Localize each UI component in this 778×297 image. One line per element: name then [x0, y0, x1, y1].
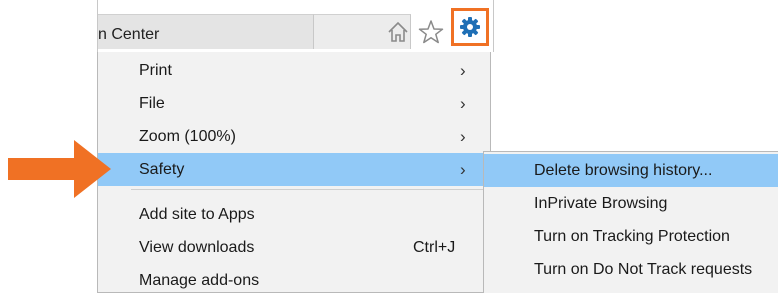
home-icon[interactable]: [386, 20, 410, 44]
menu-item-label: File: [139, 95, 165, 112]
menu-item-label: View downloads: [139, 239, 255, 256]
chevron-right-icon: ›: [460, 61, 466, 80]
submenu-item-inprivate-browsing[interactable]: InPrivate Browsing: [484, 187, 778, 220]
submenu-item-label: InPrivate Browsing: [534, 195, 668, 212]
submenu-item-tracking-protection[interactable]: Turn on Tracking Protection: [484, 220, 778, 253]
menu-item-label: Safety: [139, 161, 185, 178]
menu-item-file[interactable]: File ›: [98, 87, 488, 120]
menu-item-zoom[interactable]: Zoom (100%) ›: [98, 120, 488, 153]
menu-item-label: Manage add-ons: [139, 272, 260, 289]
menu-item-print[interactable]: Print ›: [98, 54, 488, 87]
menu-item-manage-add-ons[interactable]: Manage add-ons: [98, 264, 488, 297]
gear-icon: [460, 17, 480, 37]
menu-item-safety[interactable]: Safety ›: [98, 153, 488, 186]
menu-item-view-downloads[interactable]: View downloads Ctrl+J: [98, 231, 488, 264]
submenu-item-label: Turn on Tracking Protection: [534, 228, 730, 245]
tools-menu: Print › File › Zoom (100%) › Safety › Ad…: [97, 52, 491, 293]
submenu-item-label: Turn on Do Not Track requests: [534, 261, 753, 278]
tab-title: n Center: [98, 26, 160, 43]
browser-toolbar: n Center: [97, 0, 494, 52]
menu-separator: [131, 189, 483, 190]
safety-submenu: Delete browsing history... InPrivate Bro…: [483, 151, 778, 293]
menu-item-shortcut: Ctrl+J: [413, 239, 456, 256]
chevron-right-icon: ›: [460, 127, 466, 146]
submenu-item-label: Delete browsing history...: [534, 162, 713, 179]
annotation-arrow-icon: [8, 140, 111, 198]
favorites-star-icon[interactable]: [418, 19, 444, 45]
browser-tab[interactable]: n Center: [98, 14, 314, 49]
chevron-right-icon: ›: [460, 94, 466, 113]
chevron-right-icon: ›: [460, 160, 466, 179]
menu-item-label: Zoom (100%): [139, 128, 236, 145]
submenu-item-delete-browsing-history[interactable]: Delete browsing history...: [484, 154, 778, 187]
menu-item-label: Print: [139, 62, 172, 79]
menu-item-add-site-to-apps[interactable]: Add site to Apps: [98, 198, 488, 231]
submenu-item-do-not-track[interactable]: Turn on Do Not Track requests: [484, 253, 778, 286]
tools-button[interactable]: [451, 8, 489, 46]
menu-item-label: Add site to Apps: [139, 206, 255, 223]
